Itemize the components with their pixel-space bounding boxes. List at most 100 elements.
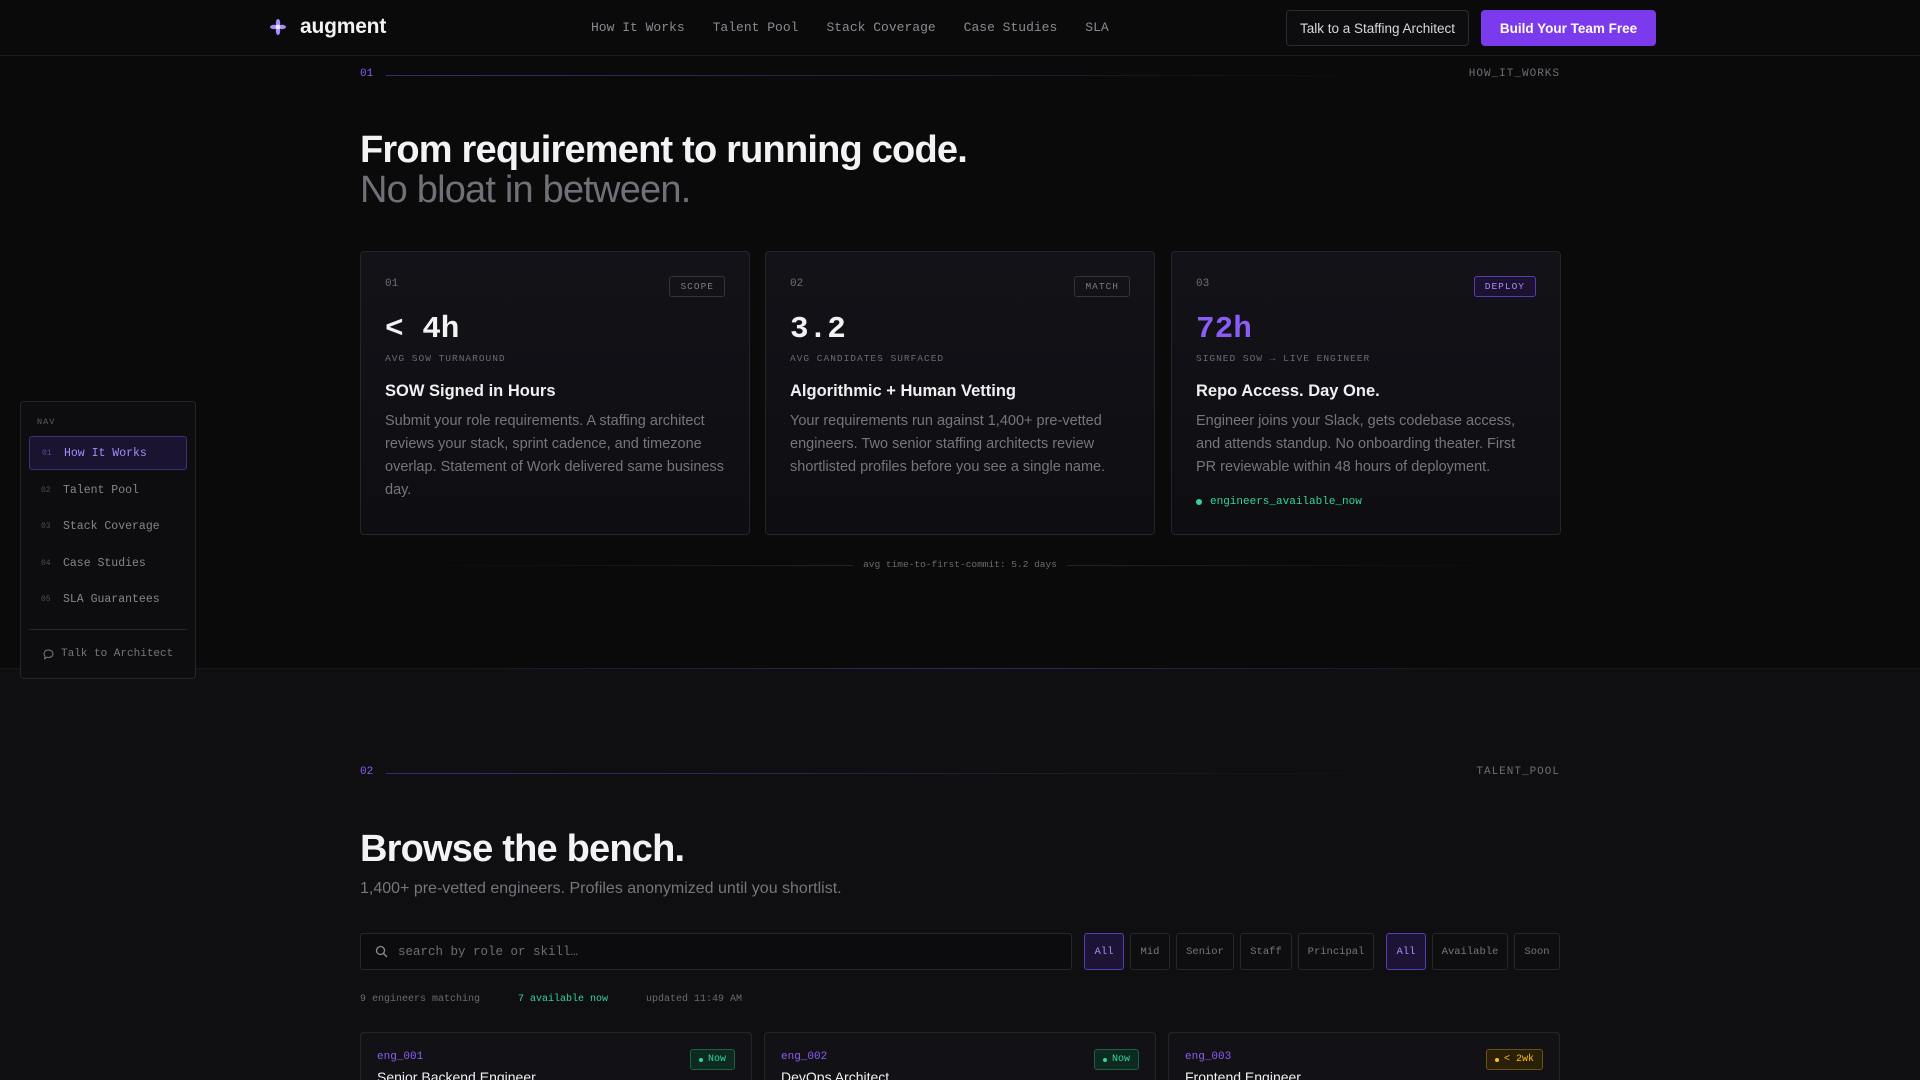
- side-nav-number: 03: [41, 521, 51, 531]
- availability-filter-all[interactable]: All: [1386, 933, 1426, 970]
- card-metric-label: AVG CANDIDATES SURFACED: [790, 353, 945, 364]
- updated-time: updated 11:49 AM: [646, 994, 743, 1005]
- section-number: 02: [360, 766, 374, 778]
- card-metric: 72h: [1196, 312, 1252, 347]
- footnote-text: avg time-to-first-commit: 5.2 days: [853, 559, 1067, 570]
- section-divider: [386, 75, 1396, 76]
- status-text: < 2wk: [1503, 1054, 1534, 1065]
- talk-to-architect-button[interactable]: Talk to a Staffing Architect: [1286, 10, 1469, 46]
- level-filter-staff[interactable]: Staff: [1240, 933, 1292, 970]
- search-icon: [375, 945, 388, 958]
- engineer-count: 9 engineers matching: [360, 994, 481, 1005]
- section-header-talent-pool: 02 TALENT_POOL: [360, 766, 1560, 780]
- section-accent-line: [460, 668, 1460, 669]
- nav-link-sla[interactable]: SLA: [1085, 20, 1108, 35]
- chat-bubble-icon: [43, 648, 54, 660]
- card-metric: 3.2: [790, 312, 846, 347]
- side-nav-number: 05: [41, 594, 51, 604]
- engineer-card[interactable]: eng_002 Now DevOps Architect: [764, 1032, 1156, 1080]
- side-nav-number: 04: [41, 558, 51, 568]
- top-nav-links: How It Works Talent Pool Stack Coverage …: [591, 20, 1109, 35]
- card-badge: DEPLOY: [1473, 276, 1536, 297]
- side-nav-divider: [29, 629, 187, 630]
- level-filter-senior[interactable]: Senior: [1176, 933, 1234, 970]
- level-filter-mid[interactable]: Mid: [1130, 933, 1170, 970]
- build-team-button[interactable]: Build Your Team Free: [1481, 10, 1656, 46]
- card-badge: MATCH: [1074, 276, 1130, 297]
- side-nav-talk-text: Talk to Architect: [61, 648, 174, 660]
- top-navbar: augment How It Works Talent Pool Stack C…: [0, 0, 1920, 56]
- side-nav-label-text: Stack Coverage: [63, 519, 160, 533]
- availability-text: engineers_available_now: [1210, 496, 1362, 508]
- engineer-id: eng_002: [781, 1051, 828, 1063]
- side-nav-item-sla-guarantees[interactable]: 05 SLA Guarantees: [29, 582, 187, 616]
- card-number: 01: [385, 278, 399, 290]
- section-tag: TALENT_POOL: [1476, 766, 1560, 778]
- card-metric-label: SIGNED SOW → LIVE ENGINEER: [1196, 353, 1371, 364]
- section-title: From requirement to running code.: [360, 129, 968, 171]
- card-metric: < 4h: [385, 312, 460, 347]
- side-nav-label-text: Talent Pool: [63, 483, 139, 497]
- card-number: 02: [790, 278, 804, 290]
- status-badge: Now: [689, 1049, 735, 1070]
- side-nav-label-text: Case Studies: [63, 556, 146, 570]
- side-nav-number: 02: [41, 485, 51, 495]
- card-badge: SCOPE: [669, 276, 725, 297]
- card-body: Your requirements run against 1,400+ pre…: [790, 413, 1106, 475]
- footnote: avg time-to-first-commit: 5.2 days: [0, 559, 1920, 570]
- engineer-id: eng_003: [1185, 1051, 1232, 1063]
- engineer-title: Senior Backend Engineer: [377, 1069, 536, 1080]
- nav-link-case-studies[interactable]: Case Studies: [964, 20, 1058, 35]
- brand-logo[interactable]: augment: [268, 15, 386, 39]
- section-number: 01: [360, 68, 374, 80]
- availability-filter-soon[interactable]: Soon: [1514, 933, 1560, 970]
- status-dot-icon: [698, 1057, 703, 1062]
- browse-title: Browse the bench.: [360, 828, 685, 870]
- side-nav-label-text: How It Works: [64, 446, 147, 460]
- search-input[interactable]: [398, 944, 998, 959]
- side-nav: NAV 01 How It Works 02 Talent Pool 03 St…: [20, 401, 196, 679]
- process-card-match: 02 MATCH 3.2 AVG CANDIDATES SURFACED Alg…: [765, 251, 1155, 535]
- process-card-scope: 01 SCOPE < 4h AVG SOW TURNAROUND SOW Sig…: [360, 251, 750, 535]
- level-filter-all[interactable]: All: [1084, 933, 1124, 970]
- status-badge: < 2wk: [1485, 1049, 1543, 1070]
- card-number: 03: [1196, 278, 1210, 290]
- section-tag: HOW_IT_WORKS: [1468, 68, 1560, 80]
- engineer-card[interactable]: eng_003 < 2wk Frontend Engineer: [1168, 1032, 1560, 1080]
- status-text: Now: [1111, 1054, 1130, 1065]
- card-metric-label: AVG SOW TURNAROUND: [385, 353, 506, 364]
- status-dot-icon: [1494, 1057, 1499, 1062]
- engineer-title: Frontend Engineer: [1185, 1069, 1301, 1080]
- process-card-deploy: 03 DEPLOY 72h SIGNED SOW → LIVE ENGINEER…: [1171, 251, 1561, 535]
- side-nav-item-talent-pool[interactable]: 02 Talent Pool: [29, 473, 187, 507]
- engineer-card[interactable]: eng_001 Now Senior Backend Engineer: [360, 1032, 752, 1080]
- nav-link-stack-coverage[interactable]: Stack Coverage: [826, 20, 935, 35]
- nav-link-talent-pool[interactable]: Talent Pool: [713, 20, 799, 35]
- side-nav-item-stack-coverage[interactable]: 03 Stack Coverage: [29, 509, 187, 543]
- status-dot-icon: [1196, 499, 1202, 505]
- side-nav-item-how-it-works[interactable]: 01 How It Works: [29, 436, 187, 470]
- status-text: Now: [707, 1054, 726, 1065]
- search-box[interactable]: [360, 933, 1072, 970]
- availability-status: engineers_available_now: [1196, 496, 1362, 508]
- availability-filter-available[interactable]: Available: [1432, 933, 1508, 970]
- section-header-how-it-works: 01 HOW_IT_WORKS: [360, 68, 1560, 82]
- side-nav-talk-link[interactable]: Talk to Architect: [43, 648, 173, 660]
- level-filter-principal[interactable]: Principal: [1298, 933, 1374, 970]
- nav-link-how-it-works[interactable]: How It Works: [591, 20, 685, 35]
- card-title: Repo Access. Day One.: [1196, 382, 1380, 400]
- card-body: Engineer joins your Slack, gets codebase…: [1196, 413, 1516, 475]
- engineer-title: DevOps Architect: [781, 1069, 890, 1080]
- brand-name: augment: [300, 15, 387, 38]
- card-body: Submit your role requirements. A staffin…: [385, 413, 725, 498]
- card-title: Algorithmic + Human Vetting: [790, 382, 1016, 400]
- section-divider: [386, 773, 1396, 774]
- side-nav-label: NAV: [37, 417, 56, 427]
- browse-subtitle: 1,400+ pre-vetted engineers. Profiles an…: [360, 880, 842, 897]
- side-nav-label-text: SLA Guarantees: [63, 592, 160, 606]
- logo-icon: [270, 19, 286, 35]
- available-count: 7 available now: [518, 994, 609, 1005]
- side-nav-number: 01: [42, 448, 52, 458]
- side-nav-item-case-studies[interactable]: 04 Case Studies: [29, 546, 187, 580]
- section-subtitle: No bloat in between.: [360, 169, 691, 211]
